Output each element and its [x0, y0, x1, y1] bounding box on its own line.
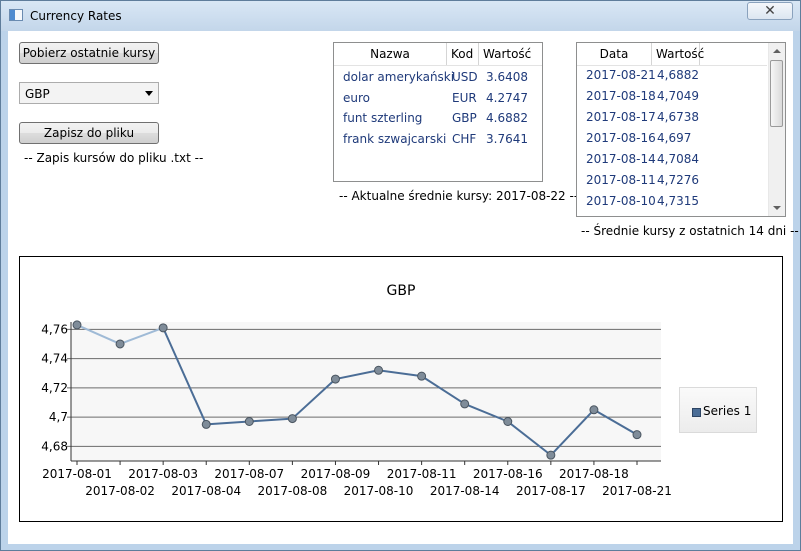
data-point — [460, 399, 470, 409]
app-icon — [9, 9, 23, 21]
history-value: 4,697 — [657, 131, 692, 145]
legend-label: Series 1 — [703, 404, 752, 418]
history-date: 2017-08-14 — [586, 152, 656, 166]
currency-select-value: GBP — [25, 87, 50, 101]
chart-legend: Series 1 — [679, 387, 757, 433]
history-date: 2017-08-11 — [586, 173, 656, 187]
rate-code: EUR — [452, 91, 477, 105]
history-value: 4,7315 — [657, 194, 699, 208]
x-tick-label: 2017-08-10 — [344, 484, 414, 498]
history-date: 2017-08-17 — [586, 110, 656, 124]
x-tick-label: 2017-08-18 — [559, 467, 629, 481]
rate-name: frank szwajcarski — [343, 132, 447, 146]
x-tick-label: 2017-08-08 — [258, 484, 328, 498]
data-point — [589, 405, 599, 415]
current-rates-header: Nazwa Kod Wartość — [334, 43, 542, 66]
save-note: -- Zapis kursów do pliku .txt -- — [24, 151, 204, 165]
column-header-value[interactable]: Wartość — [479, 43, 531, 65]
x-tick-label: 2017-08-11 — [387, 467, 457, 481]
data-point — [374, 365, 384, 375]
window-title: Currency Rates — [30, 9, 122, 23]
history-value: 4,7276 — [657, 173, 699, 187]
x-tick-label: 2017-08-17 — [516, 484, 586, 498]
history-value: 4,7084 — [657, 152, 699, 166]
history-date: 2017-08-10 — [586, 194, 656, 208]
x-tick-label: 2017-08-09 — [301, 467, 371, 481]
x-tick-label: 2017-08-04 — [171, 484, 241, 498]
column-header-name[interactable]: Nazwa — [334, 43, 447, 65]
y-tick-label: 4,7 — [49, 410, 68, 424]
rate-value: 4.6882 — [486, 111, 528, 125]
history-value: 4,6882 — [657, 68, 699, 82]
legend-swatch — [692, 408, 701, 417]
x-tick-label: 2017-08-16 — [473, 467, 543, 481]
history-caption: -- Średnie kursy z ostatnich 14 dni -- — [581, 224, 799, 238]
close-button[interactable]: ✕ — [747, 2, 793, 20]
current-rates-caption: -- Aktualne średnie kursy: 2017-08-22 -- — [339, 189, 579, 203]
y-tick-label: 4,68 — [41, 439, 68, 453]
app-window: Currency Rates ✕ Pobierz ostatnie kursy … — [0, 0, 801, 551]
rate-name: dolar amerykański — [343, 70, 455, 84]
x-tick-label: 2017-08-03 — [128, 467, 198, 481]
history-header: Data Wartość — [577, 43, 767, 66]
x-tick-label: 2017-08-07 — [214, 467, 284, 481]
rate-code: USD — [452, 70, 478, 84]
x-tick-label: 2017-08-14 — [430, 484, 500, 498]
data-point — [503, 416, 513, 426]
gbp-line-chart: GBP 4,68 4,7 4,72 4,74 4,76 2017-08-01 2017-08-… — [41, 283, 672, 498]
history-table[interactable]: Data Wartość 2017-08-21 4,6882 2017-08-1… — [576, 42, 786, 217]
x-tick-label: 2017-08-21 — [602, 484, 672, 498]
data-point — [244, 416, 254, 426]
chevron-down-icon — [145, 91, 153, 96]
history-date: 2017-08-21 — [586, 68, 656, 82]
rate-value: 4.2747 — [486, 91, 528, 105]
column-header-code[interactable]: Kod — [447, 43, 479, 65]
data-point — [330, 374, 340, 384]
data-point — [201, 419, 211, 429]
main-panel: Pobierz ostatnie kursy GBP Zapisz do pli… — [8, 31, 799, 544]
y-tick-label: 4,74 — [41, 352, 68, 366]
rate-code: CHF — [452, 132, 477, 146]
y-tick-label: 4,72 — [41, 381, 68, 395]
column-header-date[interactable]: Data — [577, 43, 652, 65]
scroll-down-icon[interactable] — [773, 206, 781, 210]
history-date: 2017-08-18 — [586, 89, 656, 103]
history-scrollbar[interactable] — [768, 43, 785, 216]
data-point — [632, 430, 642, 440]
data-point — [115, 339, 125, 349]
history-value: 4,7049 — [657, 89, 699, 103]
rate-name: euro — [343, 91, 370, 105]
history-value: 4,6738 — [657, 110, 699, 124]
fetch-rates-button[interactable]: Pobierz ostatnie kursy — [19, 42, 159, 64]
data-point — [158, 323, 168, 333]
y-tick-label: 4,76 — [41, 322, 68, 336]
x-tick-label: 2017-08-01 — [42, 467, 112, 481]
rate-value: 3.7641 — [486, 132, 528, 146]
data-point — [546, 450, 556, 460]
rate-code: GBP — [452, 111, 477, 125]
scroll-up-icon[interactable] — [773, 49, 781, 53]
column-header-value[interactable]: Wartość — [652, 43, 704, 65]
rate-name: funt szterling — [343, 111, 423, 125]
currency-select[interactable]: GBP — [19, 82, 159, 104]
data-point — [72, 320, 82, 330]
chart-panel: GBP 4,68 4,7 4,72 4,74 4,76 2017-08-01 2017-08-… — [19, 256, 783, 522]
title-bar[interactable]: Currency Rates ✕ — [1, 1, 800, 31]
plot-area — [71, 322, 661, 461]
scroll-thumb[interactable] — [770, 60, 783, 127]
data-point — [287, 414, 297, 424]
data-point — [417, 371, 427, 381]
save-to-file-button[interactable]: Zapisz do pliku — [19, 122, 159, 144]
history-date: 2017-08-16 — [586, 131, 656, 145]
current-rates-table[interactable]: Nazwa Kod Wartość dolar amerykański USD … — [333, 42, 543, 182]
rate-value: 3.6408 — [486, 70, 528, 84]
chart-title: GBP — [387, 283, 416, 299]
x-tick-label: 2017-08-02 — [85, 484, 155, 498]
